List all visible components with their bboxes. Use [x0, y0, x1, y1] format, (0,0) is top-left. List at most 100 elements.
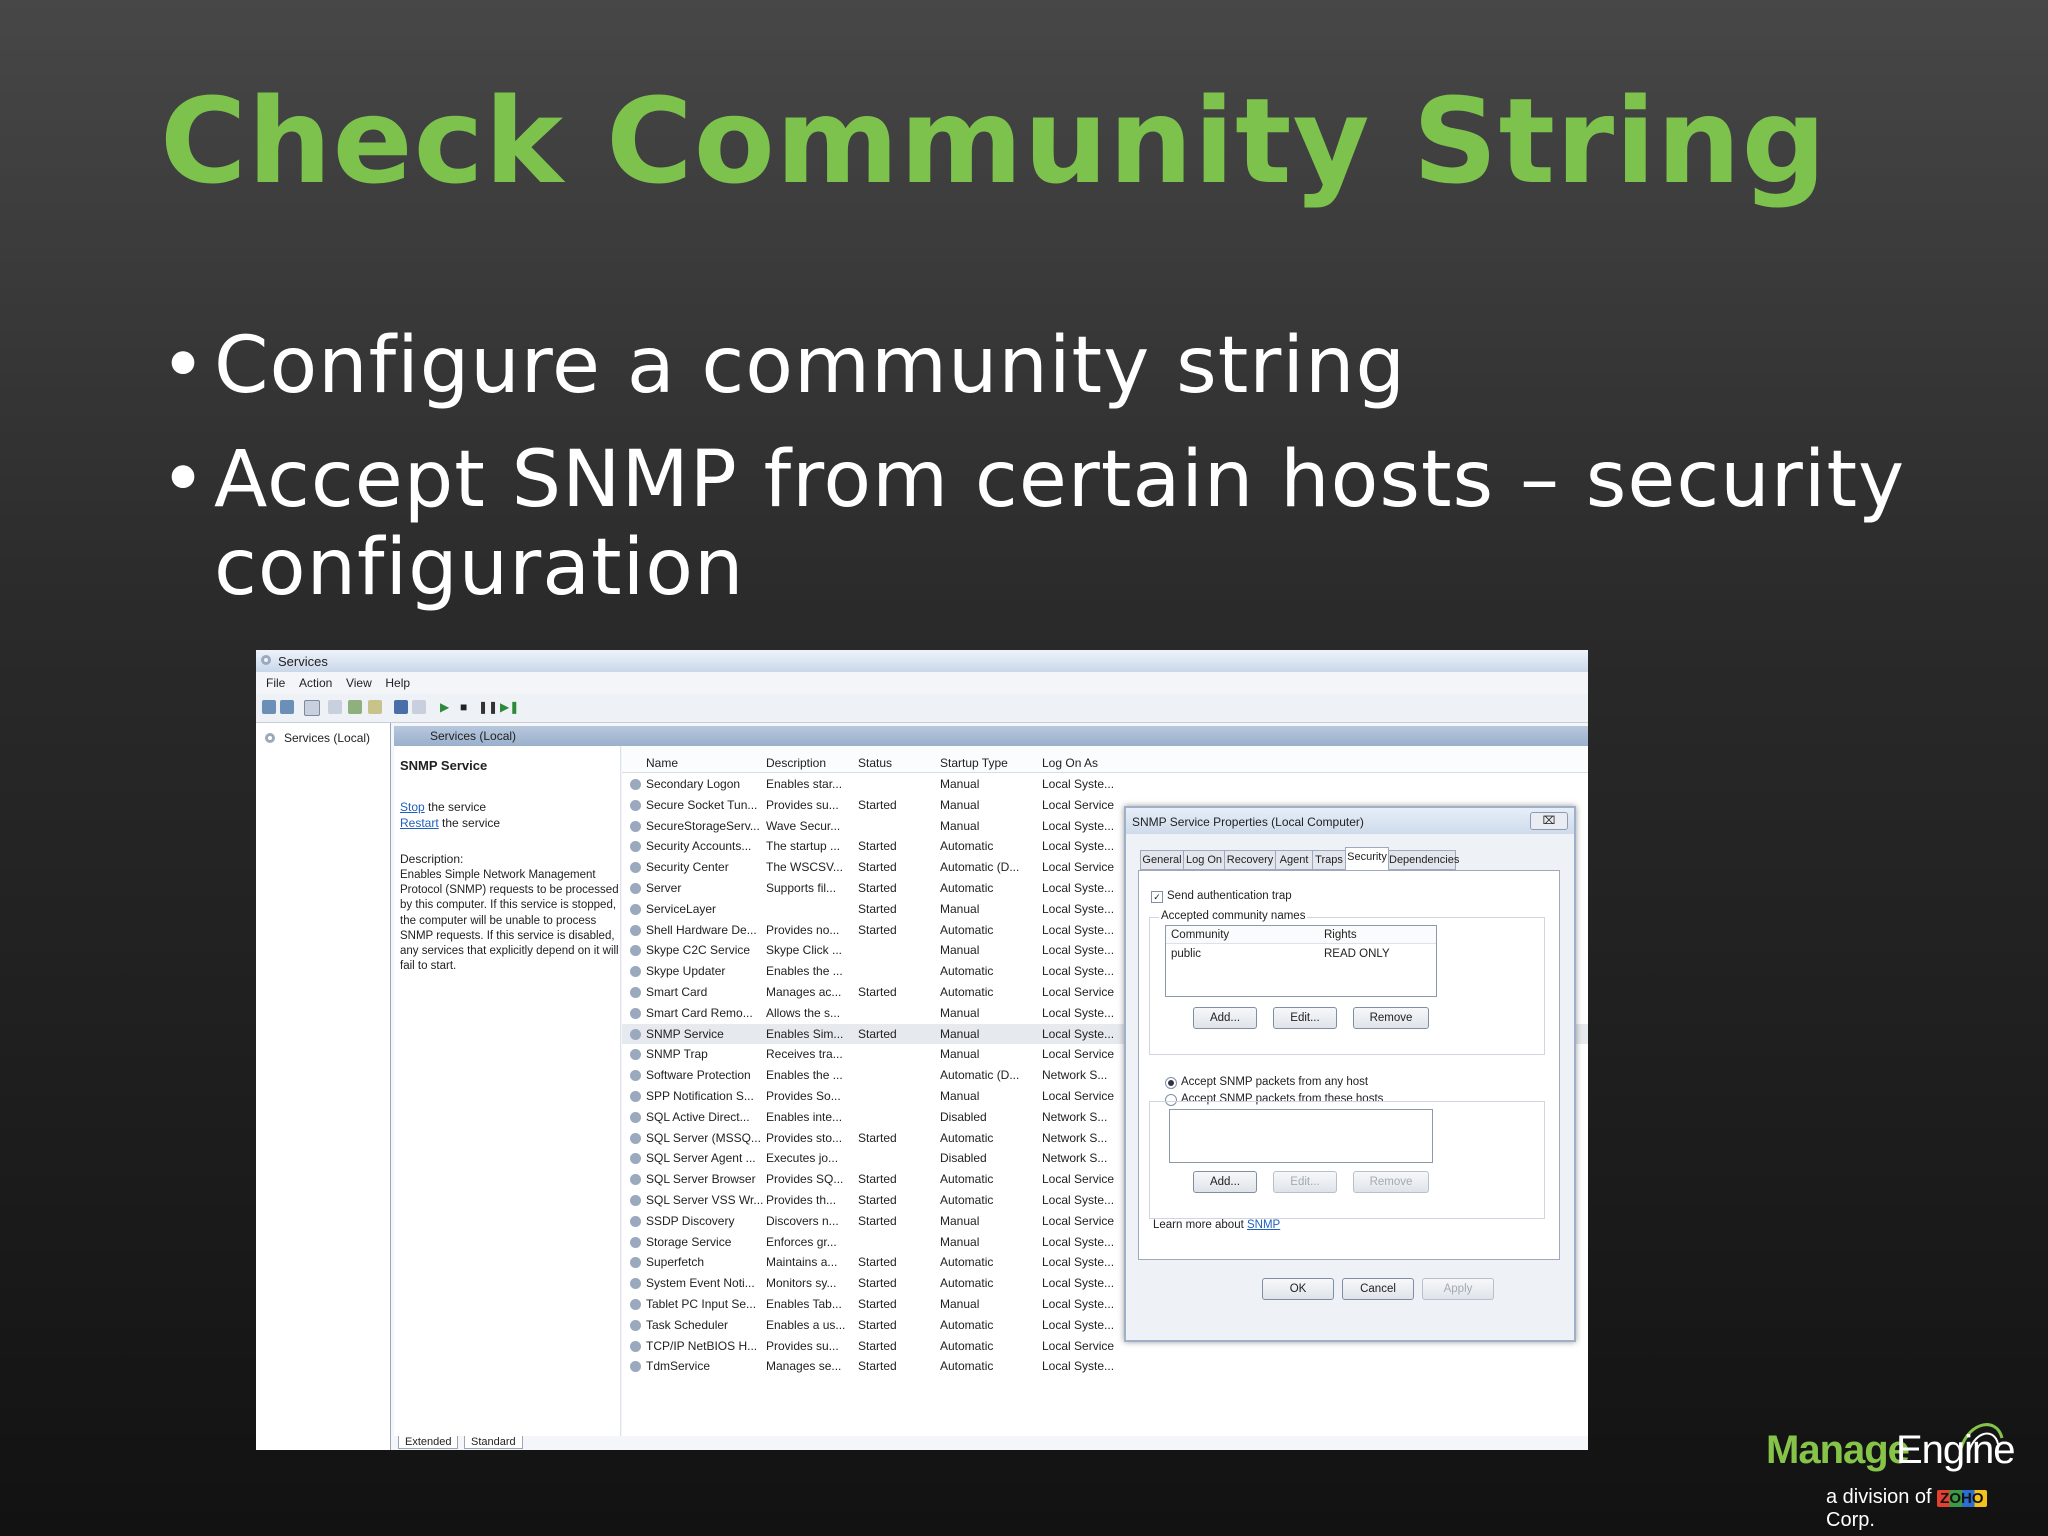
hosts-remove-button[interactable]: Remove — [1353, 1171, 1429, 1193]
view-icon[interactable] — [412, 700, 426, 714]
column-log-on-as[interactable]: Log On As — [1042, 756, 1098, 770]
menu-help[interactable]: Help — [385, 676, 410, 690]
service-status-cell: Started — [858, 1359, 897, 1374]
hosts-edit-button[interactable]: Edit... — [1273, 1171, 1337, 1193]
service-status-cell: Started — [858, 860, 897, 875]
properties-icon[interactable] — [328, 700, 342, 714]
slide-title: Check Community String — [160, 72, 1828, 210]
service-startup-cell: Manual — [940, 1296, 980, 1311]
menu-action[interactable]: Action — [299, 676, 332, 690]
column-status[interactable]: Status — [858, 756, 892, 770]
tab-extended[interactable]: Extended — [398, 1436, 459, 1449]
restart-service-icon[interactable]: ▶❚ — [500, 700, 519, 714]
service-name-cell: SPP Notification S... — [646, 1088, 754, 1103]
community-name[interactable]: public — [1171, 948, 1201, 960]
logo-brand-engine: Engine — [1896, 1428, 2016, 1472]
community-remove-button[interactable]: Remove — [1353, 1007, 1429, 1029]
pane-header: Services (Local) — [394, 726, 1588, 746]
tab-agent[interactable]: Agent — [1275, 850, 1313, 870]
tab-log-on[interactable]: Log On — [1183, 850, 1225, 870]
column-startup-type[interactable]: Startup Type — [940, 756, 1008, 770]
list-header: Name Description Status Startup Type Log… — [622, 746, 1588, 773]
refresh-icon[interactable] — [348, 700, 362, 714]
tree-item-services-local[interactable]: Services (Local) — [284, 731, 370, 745]
bullet-list: • Configure a community string • Accept SN… — [160, 322, 1960, 638]
service-logon-cell: Local Service — [1042, 1047, 1115, 1062]
service-status-cell: Started — [858, 797, 897, 812]
tab-security[interactable]: Security — [1345, 847, 1389, 870]
hosts-add-button[interactable]: Add... — [1193, 1171, 1257, 1193]
forward-icon[interactable] — [280, 700, 294, 714]
service-name-cell: SecureStorageServ... — [646, 818, 760, 833]
hosts-list[interactable] — [1169, 1109, 1433, 1163]
dialog-titlebar: SNMP Service Properties (Local Computer)… — [1126, 808, 1574, 834]
restart-link[interactable]: Restart — [400, 816, 439, 830]
service-status-cell: Started — [858, 1130, 897, 1145]
service-gear-icon — [630, 1174, 641, 1186]
service-gear-icon — [630, 1153, 641, 1165]
tab-general[interactable]: General — [1140, 850, 1184, 870]
security-tab-panel: ✓ Send authentication trap Accepted comm… — [1138, 870, 1560, 1260]
apply-button[interactable]: Apply — [1422, 1278, 1494, 1300]
cancel-button[interactable]: Cancel — [1342, 1278, 1414, 1300]
tab-traps[interactable]: Traps — [1312, 850, 1346, 870]
ok-button[interactable]: OK — [1262, 1278, 1334, 1300]
manageengine-logo: Manage Engine a division of ZOHO Corp. — [1760, 1414, 2020, 1531]
service-description-cell: Skype Click ... — [766, 943, 843, 958]
service-startup-cell: Manual — [940, 777, 980, 791]
tab-recovery[interactable]: Recovery — [1224, 850, 1276, 870]
service-description-cell: Provides SQ... — [766, 1172, 844, 1187]
service-logon-cell: Local Service — [1042, 1172, 1115, 1187]
column-name[interactable]: Name — [646, 756, 678, 770]
accept-any-host-radio[interactable] — [1165, 1077, 1177, 1089]
community-add-button[interactable]: Add... — [1193, 1007, 1257, 1029]
service-startup-cell: Manual — [940, 818, 980, 833]
service-startup-cell: Automatic — [940, 1130, 994, 1145]
service-status-cell: Started — [858, 922, 897, 937]
table-row[interactable]: Secondary Logon Enables star... Manual Loca… — [622, 774, 1588, 795]
service-gear-icon — [630, 903, 641, 915]
help-icon[interactable] — [394, 700, 408, 714]
service-gear-icon — [630, 1070, 641, 1082]
learn-more-snmp-link[interactable]: SNMP — [1247, 1219, 1280, 1231]
stop-link-rest: the service — [424, 800, 487, 814]
service-startup-cell: Manual — [940, 797, 980, 812]
community-list[interactable]: Community Rights public READ ONLY — [1165, 925, 1437, 997]
service-description-cell: Monitors sy... — [766, 1276, 837, 1291]
logo-division-prefix: a division of — [1826, 1486, 1938, 1508]
service-gear-icon — [630, 924, 641, 936]
service-gear-icon — [630, 966, 641, 978]
service-startup-cell: Automatic (D... — [940, 860, 1020, 875]
tab-standard[interactable]: Standard — [464, 1436, 523, 1449]
table-row[interactable]: TdmService Manages se... Started Automatic L… — [622, 1356, 1588, 1377]
close-icon[interactable]: ⌧ — [1530, 812, 1568, 830]
service-logon-cell: Network S... — [1042, 1068, 1108, 1083]
tab-dependencies[interactable]: Dependencies — [1388, 850, 1459, 870]
service-status-cell: Started — [858, 880, 897, 895]
stop-link[interactable]: Stop — [400, 800, 425, 814]
show-console-tree-icon[interactable] — [304, 700, 320, 716]
service-logon-cell: Local Syste... — [1042, 1359, 1115, 1374]
send-auth-trap-checkbox[interactable]: ✓ — [1151, 891, 1163, 903]
service-startup-cell: Automatic — [940, 1192, 994, 1207]
service-logon-cell: Local Service — [1042, 1213, 1115, 1228]
service-name-cell: Tablet PC Input Se... — [646, 1296, 757, 1311]
service-startup-cell: Manual — [940, 901, 980, 916]
service-description-cell: Enables inte... — [766, 1109, 843, 1124]
menu-view[interactable]: View — [346, 676, 372, 690]
service-gear-icon — [630, 1194, 641, 1206]
start-service-icon[interactable]: ▶ — [440, 700, 454, 714]
column-description[interactable]: Description — [766, 756, 826, 770]
community-edit-button[interactable]: Edit... — [1273, 1007, 1337, 1029]
menu-file[interactable]: File — [266, 676, 285, 690]
service-description-cell: Provides su... — [766, 797, 839, 812]
service-name-cell: SQL Server (MSSQ... — [646, 1130, 761, 1145]
accept-any-host-label: Accept SNMP packets from any host — [1181, 1076, 1369, 1088]
stop-service-icon[interactable]: ■ — [460, 700, 474, 714]
service-name-cell: Task Scheduler — [646, 1317, 729, 1332]
export-icon[interactable] — [368, 700, 382, 714]
pause-service-icon[interactable]: ❚❚ — [478, 700, 498, 714]
service-name-cell: Server — [646, 880, 682, 895]
service-name-cell: Secondary Logon — [646, 777, 741, 791]
back-icon[interactable] — [262, 700, 276, 714]
